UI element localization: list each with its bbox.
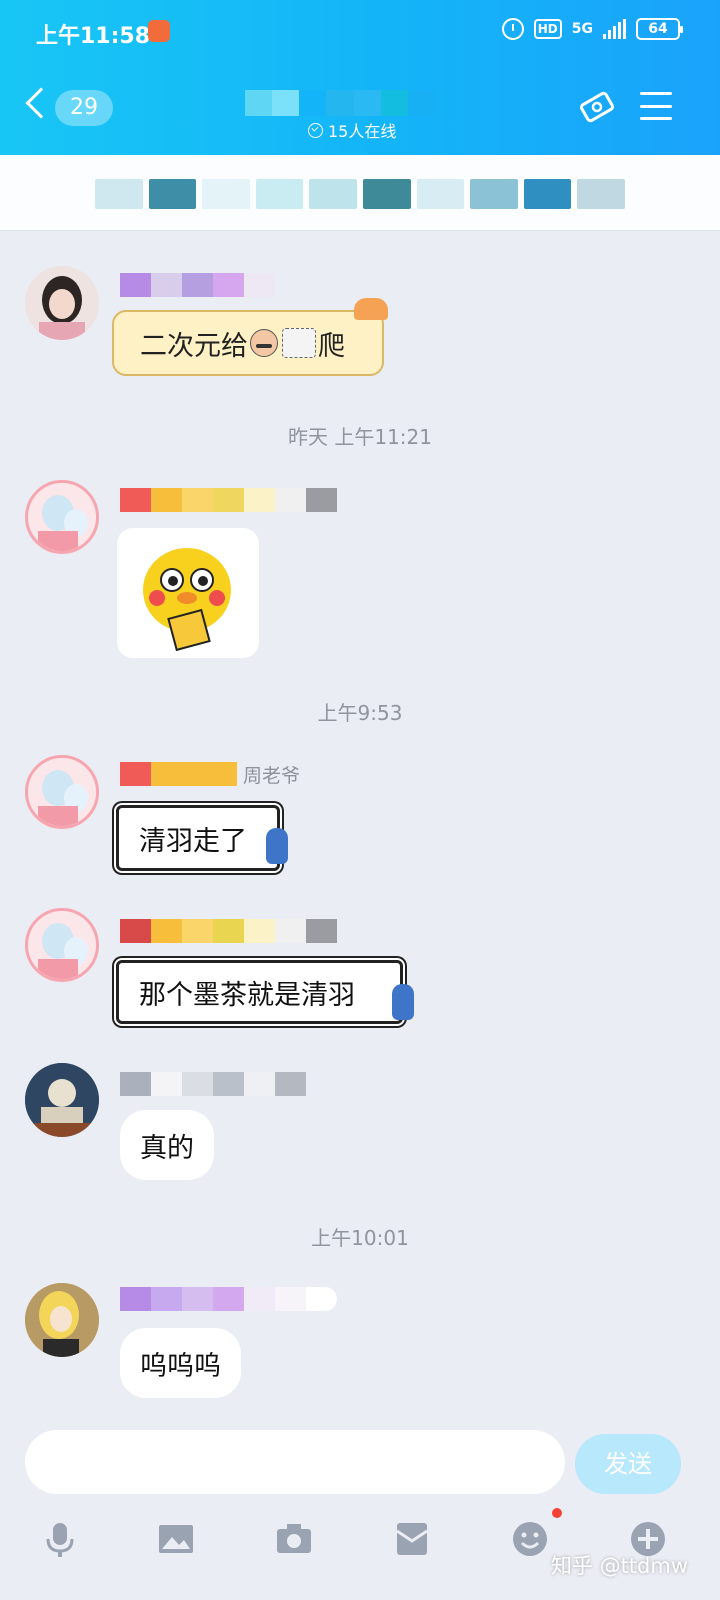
timestamp: 上午9:53 bbox=[317, 701, 403, 725]
message-bubble[interactable]: 二次元给 爬 bbox=[112, 298, 388, 376]
alarm-icon bbox=[501, 18, 524, 40]
sender-name[interactable] bbox=[120, 919, 337, 943]
sender-name[interactable] bbox=[120, 1287, 337, 1311]
message-bubble[interactable]: 那个墨茶就是清羽 bbox=[116, 960, 403, 1024]
network-label: 5G bbox=[571, 21, 593, 37]
status-bar: 上午11:58 HD 5G 64 bbox=[0, 0, 720, 62]
message-bubble[interactable]: 呜呜呜 bbox=[120, 1328, 241, 1398]
hd-icon: HD bbox=[533, 19, 562, 39]
message-text: 二次元给 bbox=[140, 330, 248, 362]
pinned-announcement[interactable] bbox=[0, 155, 720, 231]
message-text: 真的 bbox=[140, 1132, 194, 1164]
avatar[interactable] bbox=[25, 266, 99, 340]
status-icons: HD 5G 64 bbox=[501, 18, 683, 40]
avatar-image bbox=[28, 758, 96, 826]
avatar[interactable] bbox=[25, 480, 99, 554]
duck-sticker-icon bbox=[143, 548, 231, 652]
sender-name[interactable] bbox=[120, 1072, 306, 1096]
sender-name[interactable] bbox=[120, 488, 337, 512]
send-button[interactable]: 发送 bbox=[575, 1434, 681, 1494]
signal-icon bbox=[603, 19, 626, 39]
avatar[interactable] bbox=[25, 1283, 99, 1357]
bubble-decoration-icon bbox=[392, 984, 414, 1020]
status-time: 上午11:58 bbox=[36, 24, 151, 49]
sender-name[interactable]: 周老爷 bbox=[120, 762, 301, 787]
message-text: 呜呜呜 bbox=[140, 1350, 221, 1382]
timestamp: 昨天 上午11:21 bbox=[288, 425, 432, 449]
announcement-text bbox=[95, 179, 625, 209]
sender-name[interactable] bbox=[120, 273, 275, 297]
unread-count-badge[interactable]: 29 bbox=[55, 90, 113, 126]
chat-header: 上午11:58 HD 5G 64 29 15人在线 bbox=[0, 0, 720, 155]
image-icon[interactable] bbox=[156, 1519, 196, 1559]
app-notification-icon bbox=[148, 20, 170, 42]
microphone-icon[interactable] bbox=[40, 1519, 80, 1559]
battery-icon: 64 bbox=[636, 18, 683, 40]
ticket-icon[interactable] bbox=[578, 90, 616, 124]
avatar-image bbox=[25, 266, 99, 340]
watermark: 知乎 @ttdmw bbox=[550, 1554, 688, 1578]
online-count: 15人在线 bbox=[328, 122, 397, 141]
message-text-end: 爬 bbox=[318, 330, 345, 362]
bubble-decoration-icon bbox=[266, 828, 288, 864]
avatar-image bbox=[28, 483, 96, 551]
back-icon[interactable] bbox=[25, 87, 57, 119]
unknown-emoji-icon bbox=[282, 328, 316, 358]
message-bubble[interactable]: 清羽走了 bbox=[116, 805, 280, 871]
camera-icon[interactable] bbox=[274, 1519, 314, 1559]
message-text: 清羽走了 bbox=[139, 825, 247, 857]
online-check-icon bbox=[308, 122, 323, 138]
notification-dot bbox=[552, 1508, 562, 1518]
avatar[interactable] bbox=[25, 755, 99, 829]
avatar-image bbox=[25, 1283, 99, 1357]
cat-decoration-icon bbox=[354, 298, 388, 320]
message-text: 那个墨茶就是清羽 bbox=[139, 979, 355, 1011]
avatar-image bbox=[28, 911, 96, 979]
timestamp: 上午10:01 bbox=[311, 1226, 409, 1250]
menu-icon[interactable] bbox=[640, 92, 672, 120]
group-title[interactable] bbox=[245, 90, 435, 116]
avatar[interactable] bbox=[25, 908, 99, 982]
emoji-icon[interactable] bbox=[510, 1519, 550, 1559]
face-emoji-icon bbox=[250, 329, 278, 357]
avatar[interactable] bbox=[25, 1063, 99, 1137]
message-bubble[interactable]: 真的 bbox=[120, 1110, 214, 1180]
online-status[interactable]: 15人在线 bbox=[308, 118, 396, 142]
sender-name-text: 周老爷 bbox=[243, 764, 301, 787]
message-input[interactable] bbox=[25, 1430, 565, 1494]
sticker-message[interactable] bbox=[117, 528, 259, 658]
red-packet-icon[interactable] bbox=[392, 1519, 432, 1559]
avatar-image bbox=[25, 1063, 99, 1137]
